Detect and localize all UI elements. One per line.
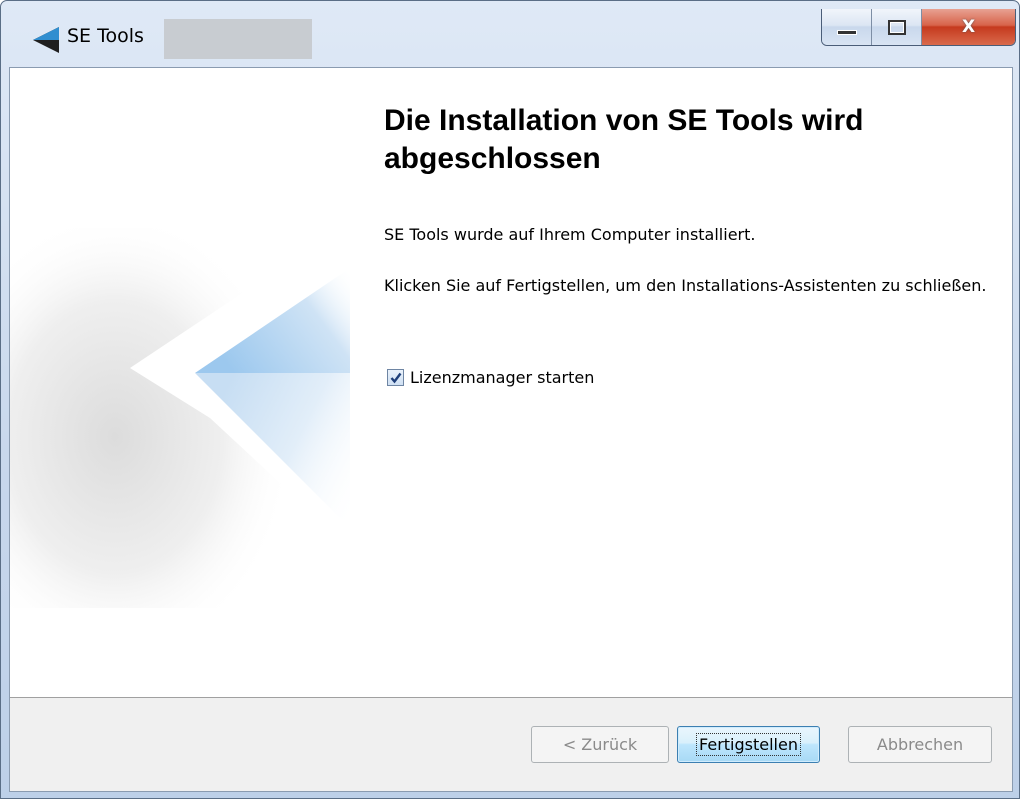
minimize-icon: [836, 29, 857, 35]
decorative-chevron-graphic: [10, 228, 370, 608]
button-bar: < Zurück Fertigstellen Abbrechen: [10, 698, 1012, 791]
checkmark-icon: [390, 372, 401, 383]
license-manager-label[interactable]: Lizenzmanager starten: [410, 368, 594, 387]
cancel-button[interactable]: Abbrechen: [848, 726, 992, 763]
close-icon: X: [961, 17, 976, 37]
finish-instruction: Klicken Sie auf Fertigstellen, um den In…: [384, 276, 987, 295]
finish-button[interactable]: Fertigstellen: [677, 726, 820, 763]
installer-window: SE Tools X Die Installation von SE Tools…: [0, 0, 1020, 799]
maximize-button[interactable]: [872, 9, 922, 45]
license-manager-checkbox[interactable]: [387, 369, 404, 386]
minimize-button[interactable]: [822, 9, 872, 45]
redacted-title-region: [164, 19, 312, 59]
back-button[interactable]: < Zurück: [531, 726, 669, 763]
window-title: SE Tools: [67, 25, 144, 47]
dialog-client-area: Die Installation von SE Tools wird abges…: [9, 67, 1013, 792]
installed-message: SE Tools wurde auf Ihrem Computer instal…: [384, 225, 756, 244]
page-heading: Die Installation von SE Tools wird abges…: [384, 104, 864, 175]
title-bar[interactable]: SE Tools X: [1, 1, 1019, 67]
finish-button-label: Fertigstellen: [696, 733, 801, 756]
se-tools-logo-icon: [33, 27, 59, 53]
close-button[interactable]: X: [922, 9, 1015, 45]
caption-buttons: X: [821, 9, 1016, 46]
maximize-icon: [887, 19, 906, 35]
content-area: Die Installation von SE Tools wird abges…: [10, 68, 1012, 697]
license-manager-checkbox-row[interactable]: Lizenzmanager starten: [387, 368, 594, 387]
